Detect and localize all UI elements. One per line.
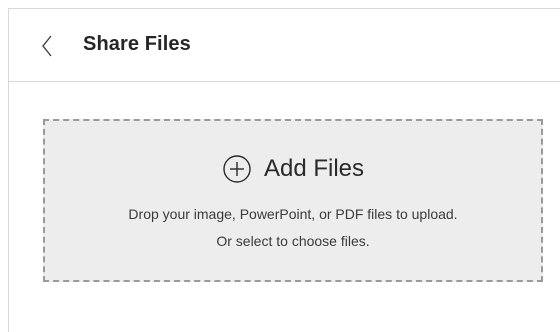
back-button[interactable] [39, 33, 55, 59]
file-dropzone[interactable]: Add Files Drop your image, PowerPoint, o… [43, 119, 543, 282]
plus-circle-icon [223, 155, 251, 183]
page-title: Share Files [83, 33, 191, 55]
chevron-left-icon [42, 35, 52, 57]
upload-hint: Drop your image, PowerPoint, or PDF file… [128, 206, 458, 222]
select-hint: Or select to choose files. [216, 233, 370, 249]
add-files-row: Add Files [45, 154, 541, 184]
add-files-label: Add Files [263, 155, 365, 182]
panel-header: Share Files [9, 9, 560, 82]
share-files-panel: Share Files Add Files Drop your image, P… [8, 8, 560, 332]
